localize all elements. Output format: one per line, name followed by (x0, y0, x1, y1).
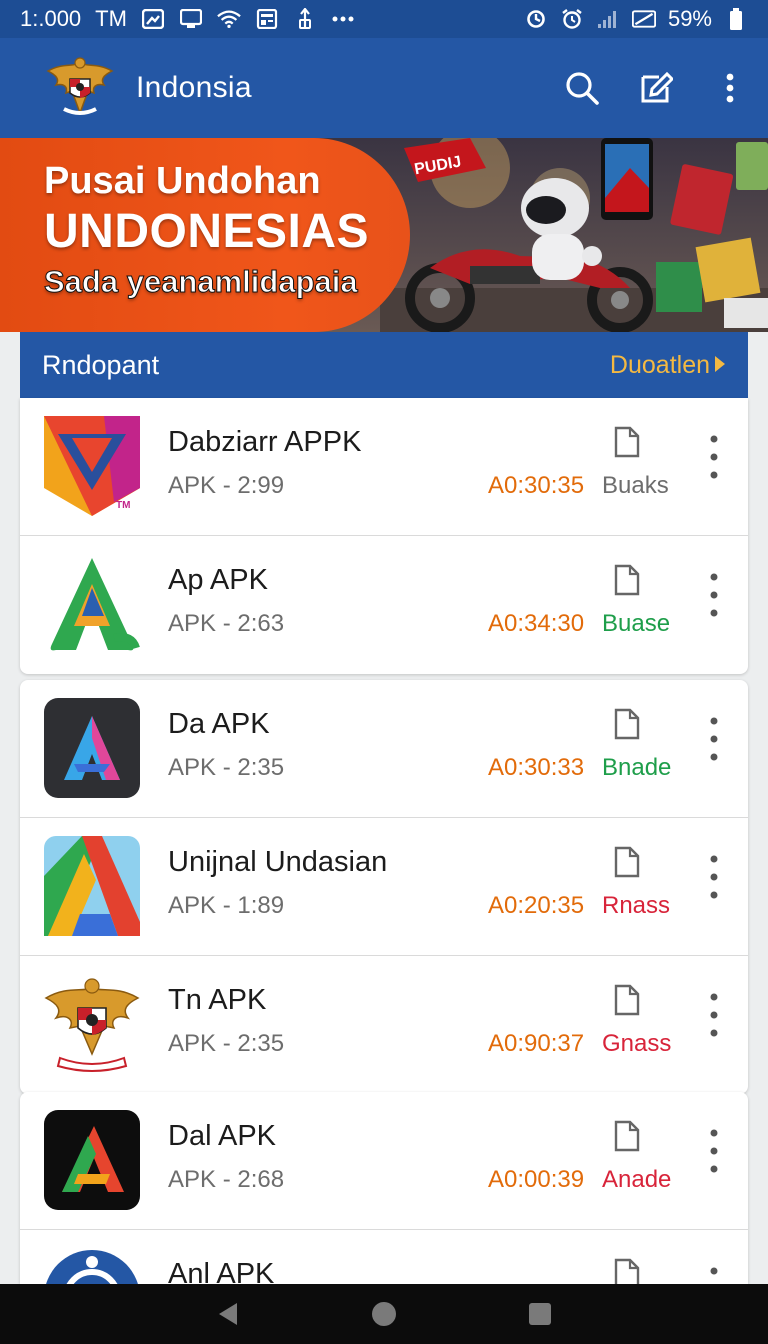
more-icon (331, 8, 355, 30)
app-name: Anl APK (168, 1258, 275, 1284)
file-icon (614, 708, 640, 740)
app-time: A0:34:30 (488, 610, 585, 637)
wifi-icon (217, 8, 241, 30)
green-a-icon (44, 554, 140, 654)
play-arrow-icon (714, 351, 726, 380)
app-bar: Indonsia (0, 38, 768, 138)
app-title: Indonsia (136, 71, 252, 104)
item-overflow-icon[interactable] (700, 1264, 728, 1284)
home-icon[interactable] (364, 1294, 404, 1334)
app-list-item[interactable]: Ap APK APK - 2:63 A0:34:30 Buase (20, 536, 748, 674)
news-icon (255, 8, 279, 30)
banner-headline: UNDONESIAS (44, 205, 370, 258)
app-list-item[interactable]: Tn APK APK - 2:35 A0:90:37 Gnass (20, 956, 748, 1094)
banner-line-3: Sada yeanamlidapaia (44, 264, 359, 300)
app-time: A0:00:39 (488, 1166, 585, 1193)
app-time: A0:20:35 (488, 892, 585, 919)
dark-a-icon (44, 698, 140, 798)
file-icon (614, 1120, 640, 1152)
status-carrier: TM (95, 6, 127, 31)
file-icon (614, 426, 640, 458)
item-overflow-icon[interactable] (700, 852, 728, 902)
app-status: Buaks (602, 472, 669, 499)
app-version: APK - 2:35 (168, 754, 285, 781)
section-link-label: Duoatlen (609, 350, 710, 379)
cast-icon (179, 8, 203, 30)
app-status: Rnass (602, 892, 671, 919)
alarm-icon (560, 8, 584, 30)
black-a-icon (44, 1110, 140, 1210)
app-status: Gnass (602, 1030, 672, 1057)
garuda-logo-icon (42, 53, 118, 123)
app-status: Bnade (602, 754, 672, 781)
section-title: Rndopant (42, 349, 160, 380)
trademark-label: TM (116, 500, 131, 511)
app-list-item[interactable]: Da APK APK - 2:35 A0:30:33 Bnade (20, 680, 748, 818)
multicolor-a-icon (44, 836, 140, 936)
app-name: Dabziarr APPK (168, 426, 362, 458)
item-overflow-icon[interactable] (700, 990, 728, 1040)
app-time: A0:90:37 (488, 1030, 585, 1057)
app-list-card: Dal APK APK - 2:68 A0:00:39 Anade Anl AP… (20, 1092, 748, 1284)
status-time: 1:.000 (20, 6, 82, 31)
item-overflow-icon[interactable] (700, 570, 728, 620)
app-list-item[interactable]: Anl APK (20, 1230, 748, 1284)
file-icon (614, 1258, 640, 1284)
system-nav-bar (0, 1284, 768, 1344)
recents-icon[interactable] (520, 1294, 560, 1334)
app-name: Dal APK (168, 1120, 276, 1152)
app-name: Ap APK (168, 564, 268, 596)
app-name: Tn APK (168, 984, 267, 1016)
app-version: APK - 2:99 (168, 472, 285, 499)
app-status: Buase (602, 610, 671, 637)
app-time: A0:30:35 (488, 472, 585, 499)
search-icon[interactable] (562, 68, 602, 108)
file-icon (614, 846, 640, 878)
app-name: Unijnal Undasian (168, 846, 388, 878)
app-time: A0:30:33 (488, 754, 585, 781)
battery-saver-icon (631, 8, 656, 30)
banner-line-1: Pusai Undohan (44, 160, 321, 202)
section-link-button[interactable]: Duoatlen (610, 351, 726, 380)
file-icon (614, 984, 640, 1016)
red-v-shield-icon: TM (44, 416, 140, 516)
status-bar: 1:.000 TM 59% (0, 0, 768, 38)
item-overflow-icon[interactable] (700, 432, 728, 482)
app-list-item[interactable]: TM Dabziarr APPK APK - 2:99 A0:30:35 Bua… (20, 398, 748, 536)
app-status: Anade (602, 1166, 672, 1193)
signal-icon (596, 8, 620, 30)
app-name: Da APK (168, 708, 270, 740)
item-overflow-icon[interactable] (700, 1126, 728, 1176)
image-icon (141, 8, 165, 30)
file-icon (614, 564, 640, 596)
app-version: APK - 2:63 (168, 610, 285, 637)
app-version: APK - 1:89 (168, 892, 285, 919)
back-icon[interactable] (208, 1294, 248, 1334)
app-list-item[interactable]: Dal APK APK - 2:68 A0:00:39 Anade (20, 1092, 748, 1230)
blue-round-icon (44, 1248, 140, 1284)
battery-icon (724, 8, 748, 30)
promo-banner[interactable]: PUDIJ Pusai Undohan UNDONESIAS Sada yean… (0, 138, 768, 332)
app-list-item[interactable]: Unijnal Undasian APK - 1:89 A0:20:35 Rna… (20, 818, 748, 956)
sync-icon (524, 8, 548, 30)
usb-icon (293, 8, 317, 30)
item-overflow-icon[interactable] (700, 714, 728, 764)
edit-icon[interactable] (636, 68, 676, 108)
app-version: APK - 2:68 (168, 1166, 285, 1193)
battery-percent: 59% (667, 6, 712, 31)
app-list-card: Da APK APK - 2:35 A0:30:33 Bnade Unijnal… (20, 680, 748, 1094)
app-version: APK - 2:35 (168, 1030, 285, 1057)
garuda-emblem-icon (44, 974, 140, 1074)
overflow-menu-icon[interactable] (710, 68, 750, 108)
section-header: Rndopant Duoatlen (20, 332, 748, 398)
app-list-card: TM Dabziarr APPK APK - 2:99 A0:30:35 Bua… (20, 398, 748, 674)
